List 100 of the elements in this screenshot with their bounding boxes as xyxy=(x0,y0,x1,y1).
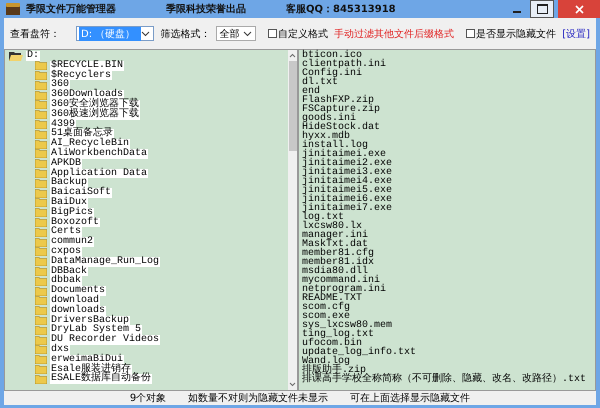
file-item[interactable]: goods.ini xyxy=(302,114,592,123)
tree-item[interactable]: download xyxy=(50,296,100,306)
folder-icon xyxy=(35,286,47,296)
file-item[interactable]: netprogram.ini xyxy=(302,285,592,294)
scrollbar[interactable] xyxy=(288,50,297,390)
filter-label: 筛选格式： xyxy=(160,28,210,40)
file-item[interactable]: FSCapture.zip xyxy=(302,105,592,114)
file-item[interactable]: hyxx.mdb xyxy=(302,132,592,141)
tree-item[interactable]: cxpos xyxy=(50,246,82,257)
tree-item[interactable]: dbbak xyxy=(50,276,82,286)
file-item[interactable]: jinitaimei5.exe xyxy=(302,186,592,195)
folder-icon xyxy=(35,296,47,306)
chevron-up-icon xyxy=(289,53,296,58)
file-item[interactable]: scom.cfg xyxy=(302,303,592,312)
tree-item[interactable]: AliWorkbenchData xyxy=(50,148,148,159)
status-text: 9个对象 xyxy=(130,392,166,405)
tree-item[interactable]: downloads xyxy=(50,306,106,316)
file-item[interactable]: manager.ini xyxy=(302,231,592,240)
tree-item[interactable]: BaiDux xyxy=(50,198,88,208)
folder-icon xyxy=(35,198,47,208)
file-item[interactable]: mycommand.ini xyxy=(302,276,592,285)
folder-icon xyxy=(35,120,47,129)
tree-item[interactable]: DU Recorder Videos xyxy=(50,335,160,345)
file-item[interactable]: member81.cfg xyxy=(302,249,592,258)
file-item[interactable]: jinitaimei2.exe xyxy=(302,159,592,168)
tree-item[interactable]: 360极速浏览器下载 xyxy=(50,110,140,120)
folder-icon xyxy=(35,345,47,354)
folder-icon xyxy=(35,110,47,120)
file-item[interactable]: end xyxy=(302,87,592,96)
tree-item[interactable]: Documents xyxy=(50,286,106,296)
tree-item[interactable]: DriversBackup xyxy=(50,316,130,326)
folder-icon xyxy=(35,316,47,325)
file-item[interactable]: scom.exe xyxy=(302,312,592,321)
file-item[interactable]: msdia80.dll xyxy=(302,267,592,276)
folder-icon xyxy=(35,238,47,247)
file-item[interactable]: sys_lxcsw80.mem xyxy=(302,321,592,330)
folder-icon xyxy=(35,159,47,168)
chevron-down-icon xyxy=(243,30,252,36)
maximize-button[interactable] xyxy=(530,0,554,18)
file-item[interactable]: Config.ini xyxy=(302,69,592,78)
tree-item[interactable]: Boxozoft xyxy=(50,218,100,228)
filter-dropdown[interactable]: 全部 xyxy=(216,26,256,41)
file-item[interactable]: MaskTxt.dat xyxy=(302,240,592,249)
folder-icon xyxy=(35,218,47,227)
tree-item[interactable]: commun2 xyxy=(50,237,94,247)
file-item[interactable]: jinitaimei7.exe xyxy=(302,204,592,213)
status-text: 可在上面选择显示隐藏文件 xyxy=(350,392,470,405)
chevron-down-icon xyxy=(141,30,150,36)
file-item[interactable]: ufocom.bin xyxy=(302,339,592,348)
file-item[interactable]: clientpath.ini xyxy=(302,60,592,69)
folder-icon xyxy=(35,208,47,218)
tree-item[interactable]: APKDB xyxy=(50,158,82,169)
support-text: 客服QQ：845313918 xyxy=(286,2,396,16)
folder-icon xyxy=(35,374,47,384)
folder-icon xyxy=(35,188,47,198)
settings-link[interactable]: [设置] xyxy=(562,26,590,40)
file-item[interactable]: jinitaimei.exe xyxy=(302,150,592,159)
folder-icon xyxy=(35,257,47,266)
tree-item[interactable]: D: xyxy=(26,51,40,61)
file-item[interactable]: ting_log.txt xyxy=(302,330,592,339)
close-icon xyxy=(574,4,584,14)
file-item[interactable]: member81.idx xyxy=(302,258,592,267)
folder-icon xyxy=(35,336,47,344)
file-item[interactable]: lxcsw80.lx xyxy=(302,222,592,231)
file-item[interactable]: FlashFXP.zip xyxy=(302,96,592,105)
folder-icon xyxy=(35,326,47,335)
scrollbar-thumb[interactable] xyxy=(288,61,296,151)
tree-item[interactable]: DataManage_Run_Log xyxy=(50,256,160,267)
file-item[interactable]: jinitaimei3.exe xyxy=(302,168,592,177)
file-item[interactable]: HideStock.dat xyxy=(302,123,592,132)
tree-item[interactable]: BigPics xyxy=(50,208,94,218)
tree-item[interactable]: $Recyclers xyxy=(50,70,112,80)
file-item[interactable]: dl.txt xyxy=(302,78,592,87)
file-item[interactable]: README.TXT xyxy=(302,294,592,303)
close-button[interactable] xyxy=(558,0,600,18)
file-item[interactable]: update_log_info.txt xyxy=(302,348,592,357)
filter-hint-text: 手动过滤其他文件后缀格式 xyxy=(334,28,454,40)
folder-icon xyxy=(35,100,47,110)
custom-format-checkbox[interactable]: 自定义格式 xyxy=(268,26,328,40)
tree-item[interactable]: $RECYCLE.BIN xyxy=(50,60,124,71)
file-item[interactable]: jinitaimei6.exe xyxy=(302,195,592,204)
tree-item[interactable]: 360 xyxy=(50,80,70,90)
folder-icon xyxy=(35,355,47,364)
show-hidden-checkbox[interactable]: 是否显示隐藏文件 xyxy=(466,26,556,40)
window-title: 季限文件万能管理器 xyxy=(26,2,116,16)
status-text: 如数量不对则为隐藏文件未显示 xyxy=(188,392,328,405)
tree-item[interactable]: AI_RecycleBin xyxy=(50,139,130,149)
tree-item[interactable]: dxs xyxy=(50,344,70,355)
tree-item[interactable]: ESALE数据库自动备份 xyxy=(50,374,152,384)
file-item[interactable]: install.log xyxy=(302,141,592,150)
file-item[interactable]: 排课高手学校全称简称（不可删除、隐藏、改名、改路径）.txt xyxy=(302,375,592,384)
file-item[interactable]: jinitaimei4.exe xyxy=(302,177,592,186)
folder-icon xyxy=(35,168,47,178)
tree-item[interactable]: Certs xyxy=(50,227,82,238)
file-item[interactable]: bticon.ico xyxy=(302,51,592,60)
file-item[interactable]: Wand.log xyxy=(302,357,592,366)
folder-icon xyxy=(35,306,47,316)
tree-item[interactable]: BaicaiSoft xyxy=(50,188,112,198)
tree-item[interactable]: Application Data xyxy=(50,168,148,178)
file-item[interactable]: log.txt xyxy=(302,213,592,222)
